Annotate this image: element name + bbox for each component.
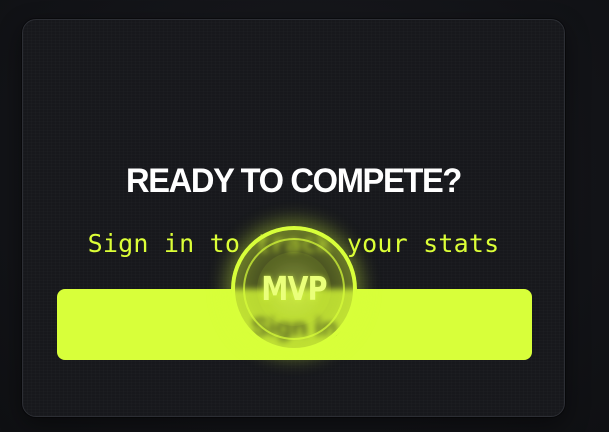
mvp-badge-label: MVP [261, 269, 327, 308]
mvp-badge-icon: MVP [231, 226, 357, 352]
login-card: READY TO COMPETE? Sign in to track your … [22, 19, 565, 417]
page-title: READY TO COMPETE? [125, 162, 462, 200]
